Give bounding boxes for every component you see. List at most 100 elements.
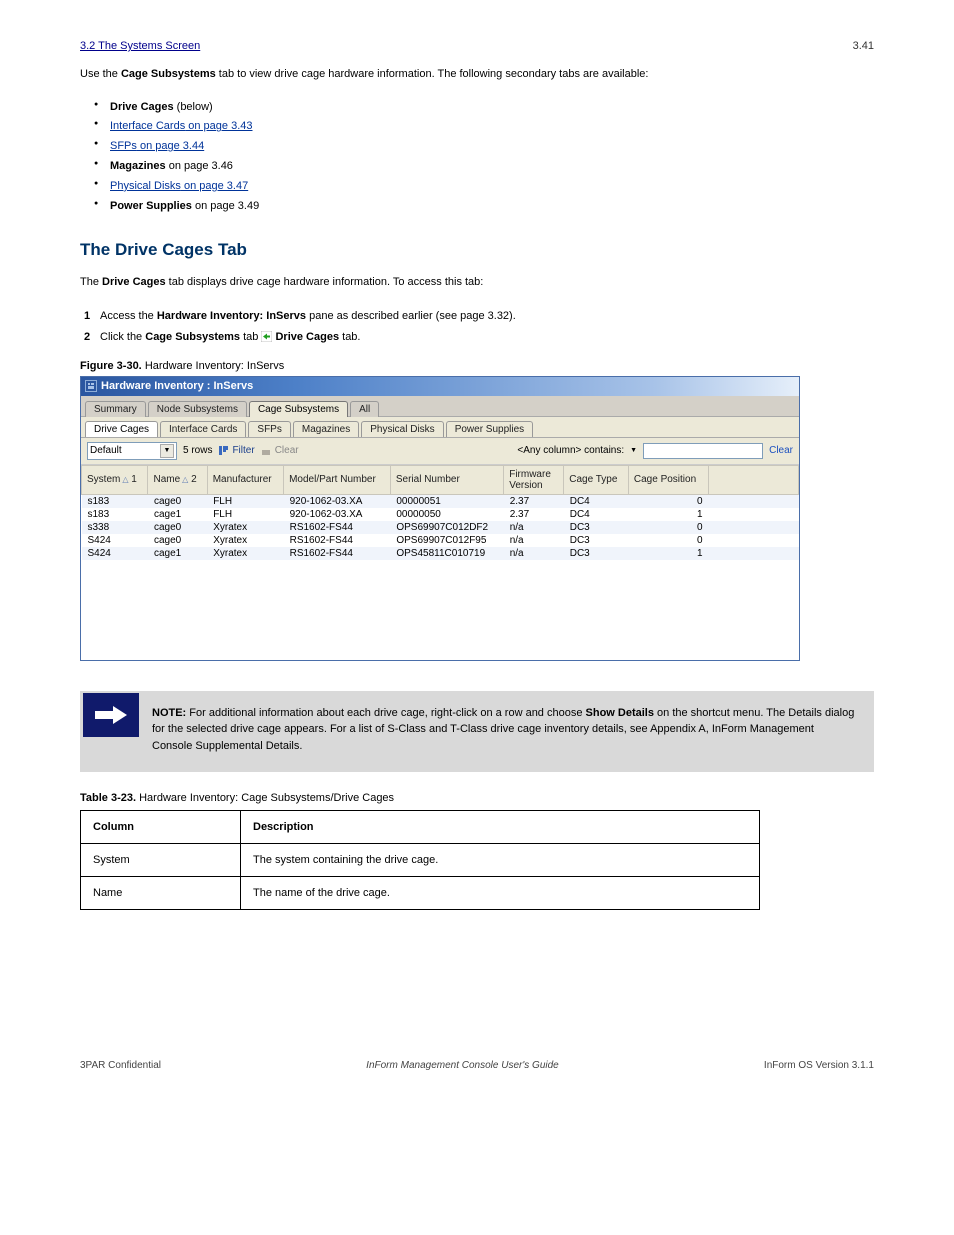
step-1: 1 Access the Hardware Inventory: InServs… [84, 306, 874, 327]
subtab-power-supplies[interactable]: Power Supplies [446, 421, 533, 437]
step2-bold2: Drive Cages [275, 331, 339, 343]
subtab-sfps[interactable]: SFPs [248, 421, 290, 437]
cell: RS1602-FS44 [284, 534, 391, 547]
match-dropdown-icon[interactable]: ▼ [630, 447, 637, 454]
col-model[interactable]: Model/Part Number [284, 465, 391, 494]
chevron-down-icon[interactable]: ▼ [160, 444, 174, 458]
clear-button-left[interactable]: Clear [261, 445, 299, 456]
cell: 0 [628, 534, 708, 547]
table-row[interactable]: S424cage1XyratexRS1602-FS44OPS45811C0107… [82, 547, 799, 560]
cell: s183 [82, 508, 148, 521]
step-2: 2 Click the Cage Subsystems tab Drive Ca… [84, 327, 874, 350]
search-input[interactable] [643, 443, 763, 459]
col-name[interactable]: Name△ 2 [148, 465, 207, 494]
bullet-interface-cards: Interface Cards on page 3.43 [110, 117, 874, 137]
arrow-right-icon [261, 329, 272, 350]
col-cage-position[interactable]: Cage Position [628, 465, 708, 494]
main-tabstrip: Summary Node Subsystems Cage Subsystems … [81, 396, 799, 417]
col-system[interactable]: System△ 1 [82, 465, 148, 494]
titlebar[interactable]: Hardware Inventory : InServs [81, 377, 799, 396]
note-callout: NOTE: For additional information about e… [80, 691, 874, 773]
cell: FLH [207, 508, 283, 521]
row-count-label: 5 rows [183, 445, 212, 456]
col-manufacturer[interactable]: Manufacturer [207, 465, 283, 494]
tab-cage-subsystems[interactable]: Cage Subsystems [249, 401, 348, 417]
cell: DC4 [564, 508, 629, 521]
cell: Xyratex [207, 521, 283, 534]
subtab-interface-cards[interactable]: Interface Cards [160, 421, 246, 437]
bullet-link[interactable]: Physical Disks [110, 180, 181, 192]
table-row[interactable]: s338cage0XyratexRS1602-FS44OPS69907C012D… [82, 521, 799, 534]
table-row[interactable]: s183cage1FLH920-1062-03.XA000000502.37DC… [82, 508, 799, 521]
table-caption-label: Table 3-23. [80, 792, 136, 804]
cell-filler [709, 521, 799, 534]
bullet-label: Magazines [110, 160, 166, 172]
tab-node-subsystems[interactable]: Node Subsystems [148, 401, 247, 417]
col-firmware[interactable]: Firmware Version [504, 465, 564, 494]
cell: DC3 [564, 534, 629, 547]
cell-filler [709, 534, 799, 547]
cell: s338 [82, 521, 148, 534]
cell: RS1602-FS44 [284, 547, 391, 560]
bullet-magazines: Magazines on page 3.46 [110, 157, 874, 177]
figure-caption: Figure 3-30. Hardware Inventory: InServs [80, 360, 874, 372]
subtab-drive-cages[interactable]: Drive Cages [85, 421, 158, 437]
cell: Xyratex [207, 547, 283, 560]
inv-row: Name The name of the drive cage. [81, 877, 760, 910]
bullet-label: Power Supplies [110, 200, 192, 212]
cell: 2.37 [504, 508, 564, 521]
figure-label: Figure 3-30. [80, 360, 142, 372]
sort-asc-icon: △ [182, 475, 188, 484]
toolbar: Default ▼ 5 rows Filter Clear <Any colum… [81, 438, 799, 465]
data-table: System△ 1 Name△ 2 Manufacturer Model/Par… [81, 465, 799, 560]
clear-button-right[interactable]: Clear [769, 445, 793, 456]
col-serial[interactable]: Serial Number [390, 465, 503, 494]
cell: OPS69907C012F95 [390, 534, 503, 547]
bullet-sfps: SFPs on page 3.44 [110, 137, 874, 157]
sub-tabstrip: Drive Cages Interface Cards SFPs Magazin… [81, 417, 799, 438]
cell: RS1602-FS44 [284, 521, 391, 534]
intro-post: tab to view drive cage hardware informat… [216, 68, 649, 80]
table-row[interactable]: S424cage0XyratexRS1602-FS44OPS69907C012F… [82, 534, 799, 547]
inv-head-description: Description [241, 811, 760, 844]
intro-bold-cage-subsystems: Cage Subsystems [121, 68, 216, 80]
cell: OPS69907C012DF2 [390, 521, 503, 534]
cell: S424 [82, 547, 148, 560]
table-row[interactable]: s183cage0FLH920-1062-03.XA000000512.37DC… [82, 494, 799, 508]
cell: s183 [82, 494, 148, 508]
filter-button[interactable]: Filter [218, 445, 254, 456]
sort-asc-icon: △ [122, 475, 128, 484]
subtab-magazines[interactable]: Magazines [293, 421, 359, 437]
cell: cage0 [148, 521, 207, 534]
col-cage-type[interactable]: Cage Type [564, 465, 629, 494]
cell: 2.37 [504, 494, 564, 508]
heading-paragraph: The Drive Cages tab displays drive cage … [80, 274, 874, 292]
bullet-list: Drive Cages (below) Interface Cards on p… [110, 98, 874, 217]
table-empty-area [81, 560, 799, 660]
bullet-link[interactable]: SFPs [110, 140, 137, 152]
tab-summary[interactable]: Summary [85, 401, 146, 417]
cell: 1 [628, 547, 708, 560]
inv-row: System The system containing the drive c… [81, 844, 760, 877]
step2-bold1: Cage Subsystems [145, 331, 240, 343]
subtab-physical-disks[interactable]: Physical Disks [361, 421, 443, 437]
cell: cage1 [148, 508, 207, 521]
cell: OPS45811C010719 [390, 547, 503, 560]
bold-drive-cages: Drive Cages [102, 276, 166, 288]
bullet-physical-disks: Physical Disks on page 3.47 [110, 177, 874, 197]
cell: cage0 [148, 534, 207, 547]
inv-cell-desc: The system containing the drive cage. [241, 844, 760, 877]
breadcrumb[interactable]: 3.2 The Systems Screen [80, 40, 200, 52]
bullet-link[interactable]: Interface Cards [110, 120, 185, 132]
intro-pre: Use the [80, 68, 121, 80]
inv-cell-desc: The name of the drive cage. [241, 877, 760, 910]
cell-filler [709, 547, 799, 560]
footer-right: InForm OS Version 3.1.1 [764, 1060, 874, 1071]
bullet-label: Drive Cages [110, 101, 174, 113]
note-bold-show-details: Show Details [586, 707, 654, 719]
note-text: For additional information about each dr… [186, 707, 585, 719]
view-select[interactable]: Default ▼ [87, 442, 177, 460]
tab-all[interactable]: All [350, 401, 379, 417]
inv-cell-col: Name [81, 877, 241, 910]
filter-icon [218, 445, 229, 456]
